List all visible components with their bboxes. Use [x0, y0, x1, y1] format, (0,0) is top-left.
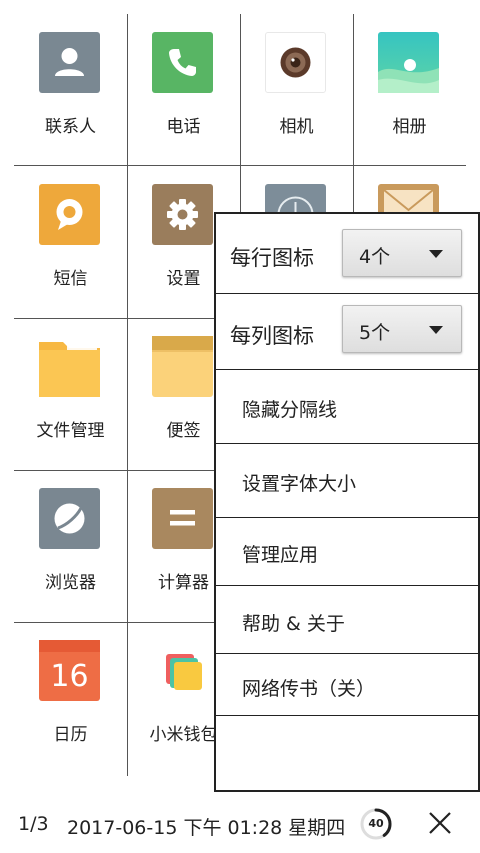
message-icon [39, 184, 100, 245]
app-browser[interactable]: 浏览器 [14, 470, 127, 622]
app-calendar[interactable]: 16 日历 [14, 622, 127, 774]
wallet-icon [152, 640, 213, 701]
network-transfer-item[interactable]: 网络传书（关） [216, 654, 478, 716]
grid-divider [240, 14, 241, 214]
gallery-icon [378, 32, 439, 93]
calendar-icon: 16 [39, 640, 100, 701]
grid-divider [14, 470, 214, 471]
menu-item-label: 设置字体大小 [242, 473, 357, 495]
icons-per-column-label: 每列图标 [230, 324, 314, 348]
app-label: 文件管理 [36, 421, 105, 441]
close-icon [429, 812, 451, 834]
icons-per-row-label: 每行图标 [230, 246, 314, 270]
grid-divider [14, 622, 214, 623]
help-about-item[interactable]: 帮助 & 关于 [216, 586, 478, 654]
settings-menu: 每行图标 4个 每列图标 5个 隐藏分隔线 设置字体大小 管理应用 帮助 & 关… [214, 212, 480, 792]
camera-icon [265, 32, 326, 93]
app-phone[interactable]: 电话 [127, 14, 240, 166]
app-gallery[interactable]: 相册 [353, 14, 466, 166]
menu-item-label: 隐藏分隔线 [242, 399, 338, 421]
battery-indicator: 40 [359, 807, 393, 841]
app-contacts[interactable]: 联系人 [14, 14, 127, 166]
app-files[interactable]: 文件管理 [14, 318, 127, 470]
close-button[interactable] [425, 808, 455, 838]
app-sms[interactable]: 短信 [14, 166, 127, 318]
app-label: 日历 [53, 725, 88, 745]
icons-per-row-value: 4个 [359, 246, 391, 268]
icons-per-row-select[interactable]: 4个 [342, 229, 462, 277]
calendar-day: 16 [50, 659, 88, 694]
app-label: 浏览器 [45, 573, 96, 593]
grid-divider [127, 14, 128, 776]
manage-apps-item[interactable]: 管理应用 [216, 518, 478, 586]
phone-icon [152, 32, 213, 93]
app-label: 相册 [392, 117, 427, 137]
menu-item-label: 网络传书（关） [242, 678, 376, 700]
app-camera[interactable]: 相机 [240, 14, 353, 166]
folder-icon [39, 336, 100, 397]
browser-icon [39, 488, 100, 549]
battery-level: 40 [368, 817, 384, 830]
menu-item-label: 管理应用 [242, 544, 319, 566]
grid-divider [14, 318, 214, 319]
date-time: 2017-06-15 下午 01:28 星期四 [67, 817, 346, 839]
gear-icon [152, 184, 213, 245]
dropdown-arrow-icon [429, 250, 443, 258]
font-size-item[interactable]: 设置字体大小 [216, 444, 478, 518]
icons-per-column-select[interactable]: 5个 [342, 305, 462, 353]
app-label: 短信 [53, 269, 88, 289]
contacts-icon [39, 32, 100, 93]
notes-icon [152, 336, 213, 397]
status-bar: 1/3 2017-06-15 下午 01:28 星期四 40 [0, 800, 480, 853]
app-label: 联系人 [45, 117, 96, 137]
grid-divider [353, 14, 354, 214]
icons-per-row-row: 每行图标 4个 [216, 214, 478, 294]
hide-divider-item[interactable]: 隐藏分隔线 [216, 370, 478, 444]
app-label: 电话 [166, 117, 201, 137]
calculator-icon [152, 488, 213, 549]
icons-per-column-row: 每列图标 5个 [216, 294, 478, 370]
dropdown-arrow-icon [429, 326, 443, 334]
grid-divider [14, 165, 466, 166]
page-indicator: 1/3 [18, 813, 49, 835]
menu-item-label: 帮助 & 关于 [242, 613, 345, 635]
icons-per-column-value: 5个 [359, 322, 391, 344]
app-label: 相机 [279, 117, 314, 137]
